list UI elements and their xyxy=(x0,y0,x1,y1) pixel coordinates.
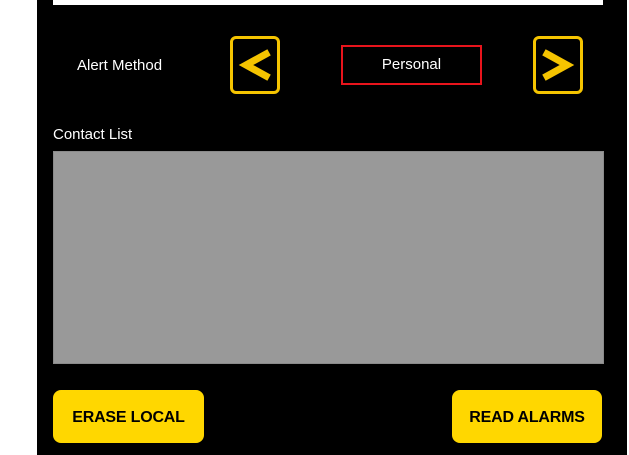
chevron-left-icon xyxy=(238,49,271,81)
alert-method-label: Alert Method xyxy=(77,57,163,74)
next-method-button[interactable] xyxy=(533,36,583,94)
erase-local-button[interactable]: ERASE LOCAL xyxy=(53,390,204,443)
contact-list[interactable] xyxy=(53,151,604,364)
contact-list-label: Contact List xyxy=(53,126,133,143)
previous-method-button[interactable] xyxy=(230,36,280,94)
alert-settings-panel: Alert Method Personal Contact List ERASE… xyxy=(37,0,627,455)
chevron-right-icon xyxy=(542,49,575,81)
read-alarms-button[interactable]: READ ALARMS xyxy=(452,390,602,443)
top-divider xyxy=(53,0,603,5)
alert-method-value: Personal xyxy=(341,45,482,85)
